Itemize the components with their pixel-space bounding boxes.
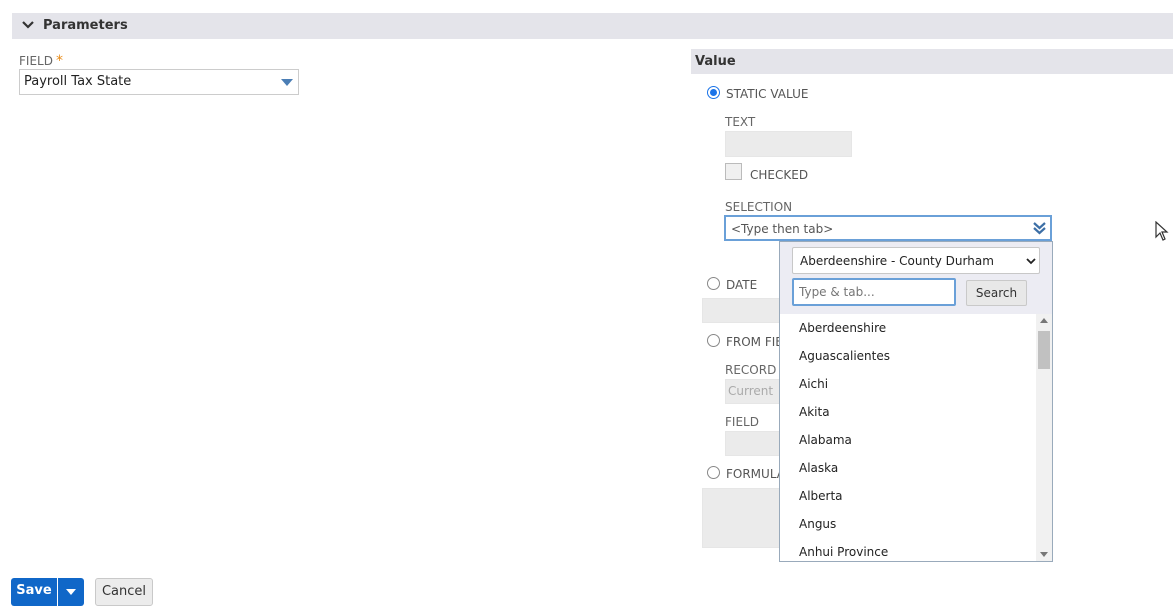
value-panel-title: Value xyxy=(695,54,736,69)
from-field-label: FROM FIE xyxy=(726,335,783,349)
section-title: Parameters xyxy=(43,18,128,33)
dropdown-scrollbar[interactable] xyxy=(1036,314,1052,561)
list-item[interactable]: Alabama xyxy=(780,426,1036,454)
chevron-down-icon[interactable] xyxy=(1026,257,1036,265)
list-item[interactable]: Alberta xyxy=(780,482,1036,510)
date-radio[interactable] xyxy=(707,277,720,290)
caret-down-icon xyxy=(66,589,76,595)
record-select[interactable]: Current xyxy=(725,379,781,404)
list-item[interactable]: Anhui Province xyxy=(780,538,1036,562)
date-input[interactable] xyxy=(702,298,781,323)
parameters-section-header[interactable]: Parameters xyxy=(12,13,1173,39)
field-label-text: FIELD xyxy=(19,54,53,68)
field-select[interactable]: Payroll Tax State xyxy=(19,69,299,95)
save-button[interactable]: Save xyxy=(11,578,57,606)
selection-label: SELECTION xyxy=(725,200,793,214)
date-label: DATE xyxy=(726,278,758,292)
field2-label: FIELD xyxy=(725,415,759,429)
dropdown-header: Aberdeenshire - County Durham Search xyxy=(780,242,1052,314)
list-item[interactable]: Angus xyxy=(780,510,1036,538)
required-marker: * xyxy=(55,53,63,69)
scroll-up-icon[interactable] xyxy=(1040,318,1048,323)
list-item[interactable]: Aberdeenshire xyxy=(780,314,1036,342)
search-button[interactable]: Search xyxy=(966,280,1027,306)
list-item[interactable]: Akita xyxy=(780,398,1036,426)
list-item[interactable]: Aguascalientes xyxy=(780,342,1036,370)
cancel-button[interactable]: Cancel xyxy=(95,578,153,606)
value-panel-header: Value xyxy=(691,49,1173,74)
dropdown-arrow-icon[interactable] xyxy=(281,79,293,86)
list-item[interactable]: Alaska xyxy=(780,454,1036,482)
chevron-down-icon[interactable] xyxy=(21,18,35,32)
field-label: FIELD * xyxy=(19,53,63,69)
static-value-radio[interactable] xyxy=(707,86,720,99)
selection-dropdown: Aberdeenshire - County Durham Search Abe… xyxy=(779,241,1053,562)
checked-label: CHECKED xyxy=(750,168,809,182)
save-options-button[interactable] xyxy=(58,578,84,606)
field2-select[interactable] xyxy=(725,431,781,456)
selection-placeholder: <Type then tab> xyxy=(731,222,834,236)
record-value: Current xyxy=(728,384,774,398)
from-field-radio[interactable] xyxy=(707,334,720,347)
static-value-label: STATIC VALUE xyxy=(726,87,809,101)
list-item[interactable]: Aichi xyxy=(780,370,1036,398)
field-select-value: Payroll Tax State xyxy=(24,74,132,89)
formula-textarea[interactable] xyxy=(702,488,781,548)
double-chevron-down-icon[interactable] xyxy=(1033,221,1046,235)
selection-input[interactable]: <Type then tab> xyxy=(724,215,1052,241)
dropdown-search-input[interactable] xyxy=(797,284,951,300)
range-select-value: Aberdeenshire - County Durham xyxy=(800,254,994,268)
dropdown-search-field[interactable] xyxy=(792,278,956,306)
text-label: TEXT xyxy=(725,115,756,129)
record-label: RECORD ( xyxy=(725,363,785,377)
text-input[interactable] xyxy=(725,131,852,157)
dropdown-list: Aberdeenshire Aguascalientes Aichi Akita… xyxy=(780,314,1036,562)
mouse-cursor-icon xyxy=(1155,221,1169,241)
scroll-down-icon[interactable] xyxy=(1040,552,1048,557)
range-select[interactable]: Aberdeenshire - County Durham xyxy=(792,247,1040,274)
checked-checkbox[interactable] xyxy=(725,163,742,180)
scrollbar-thumb[interactable] xyxy=(1038,331,1050,369)
formula-label: FORMULA xyxy=(726,467,785,481)
formula-radio[interactable] xyxy=(707,466,720,479)
